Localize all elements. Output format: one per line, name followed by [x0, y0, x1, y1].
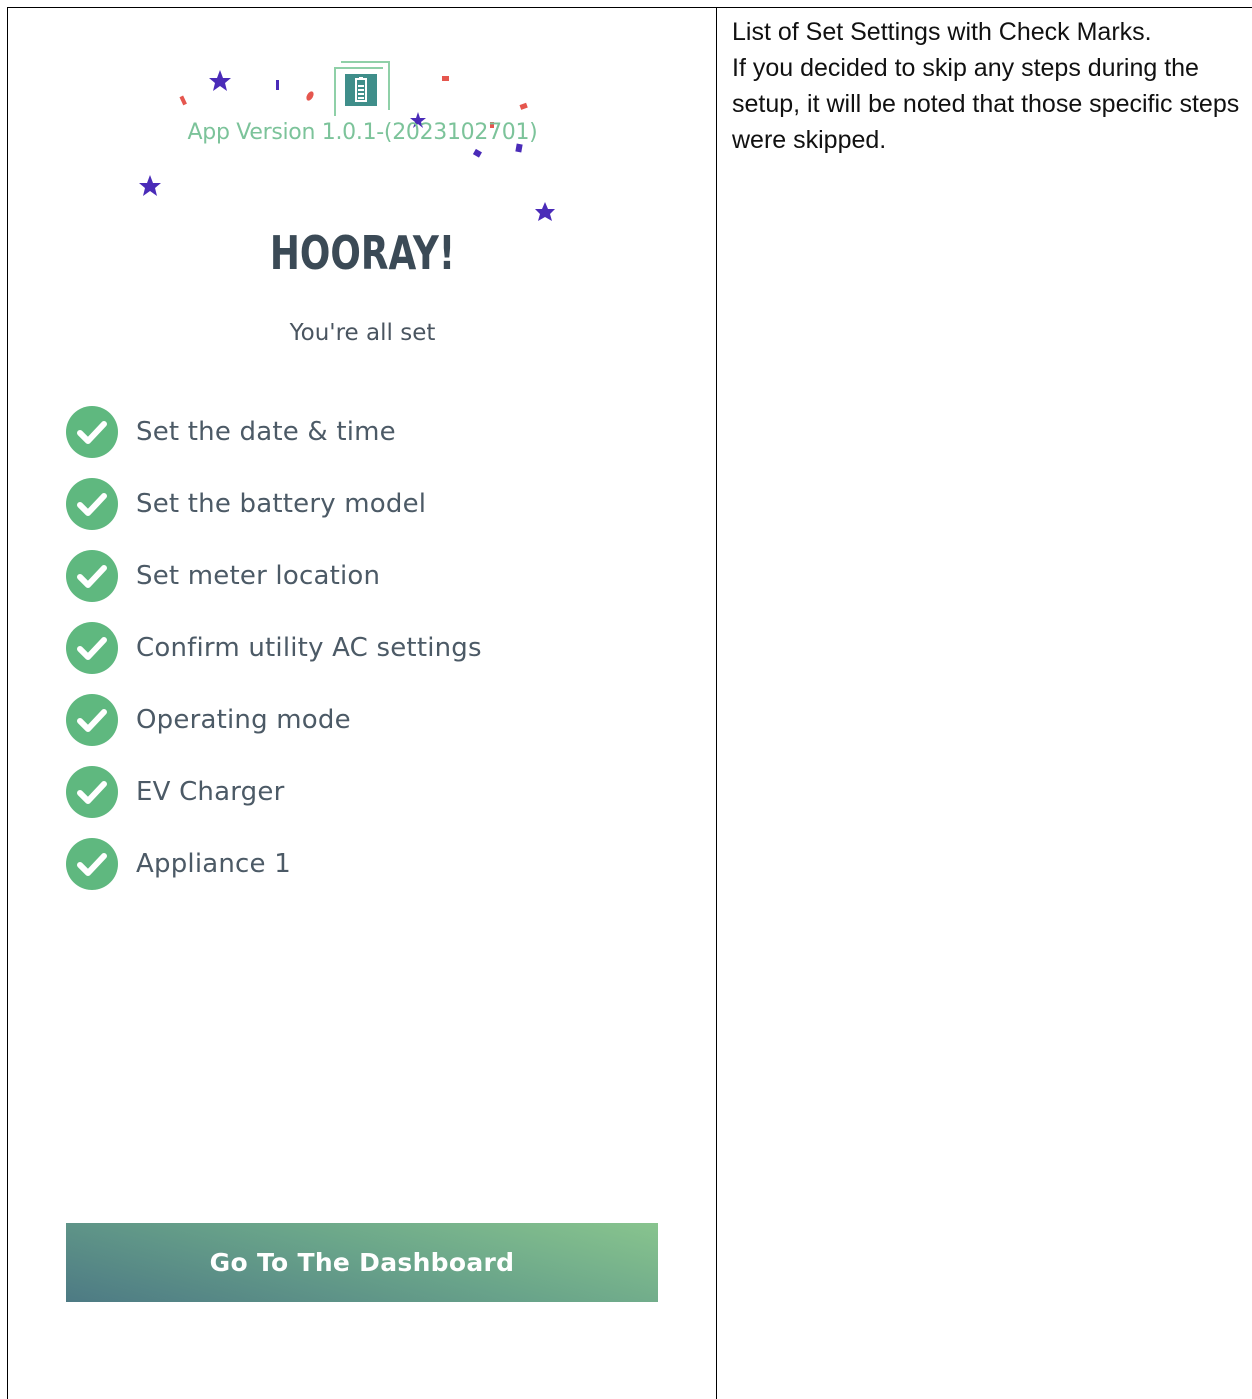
description-heading: List of Set Settings with Check Marks. — [732, 18, 1152, 46]
check-circle-icon — [66, 478, 118, 530]
description-cell: List of Set Settings with Check Marks. I… — [717, 8, 1252, 1399]
confetti-piece — [179, 95, 187, 106]
step-label: Operating mode — [136, 705, 351, 735]
step-label: EV Charger — [136, 777, 285, 807]
check-circle-icon — [66, 406, 118, 458]
check-circle-icon — [66, 694, 118, 746]
step-label: Confirm utility AC settings — [136, 633, 482, 663]
confetti-star — [139, 175, 161, 196]
check-circle-icon — [66, 766, 118, 818]
check-circle-icon — [66, 622, 118, 674]
confetti-piece — [306, 91, 314, 101]
description-text: If you decided to skip any steps during … — [732, 54, 1240, 154]
list-item: EV Charger — [66, 766, 482, 818]
screenshot-cell: App Version 1.0.1-(2023102701) HOORAY! Y… — [8, 8, 717, 1399]
confetti-star — [209, 70, 231, 91]
confetti-piece — [442, 76, 449, 81]
step-label: Set meter location — [136, 561, 381, 591]
step-label: Set the date & time — [136, 417, 396, 447]
check-circle-icon — [66, 550, 118, 602]
confetti-piece — [276, 80, 279, 90]
confetti-piece — [472, 148, 482, 158]
step-label: Appliance 1 — [136, 849, 291, 879]
list-item: Operating mode — [66, 694, 482, 746]
app-version: App Version 1.0.1-(2023102701) — [187, 120, 538, 145]
confetti-piece — [519, 102, 528, 110]
list-item: Confirm utility AC settings — [66, 622, 482, 674]
page-title: HOORAY! — [269, 226, 456, 280]
go-to-dashboard-button[interactable]: Go To The Dashboard — [66, 1223, 658, 1302]
list-item: Set the battery model — [66, 478, 482, 530]
page-subtitle: You're all set — [289, 320, 436, 346]
check-circle-icon — [66, 838, 118, 890]
list-item: Set meter location — [66, 550, 482, 602]
battery-icon — [334, 61, 390, 116]
document-table: App Version 1.0.1-(2023102701) HOORAY! Y… — [7, 7, 1252, 1399]
completed-steps-list: Set the date & time Set the battery mode… — [66, 406, 482, 910]
list-item: Appliance 1 — [66, 838, 482, 890]
list-item: Set the date & time — [66, 406, 482, 458]
step-label: Set the battery model — [136, 489, 427, 519]
confetti-star — [535, 202, 555, 221]
